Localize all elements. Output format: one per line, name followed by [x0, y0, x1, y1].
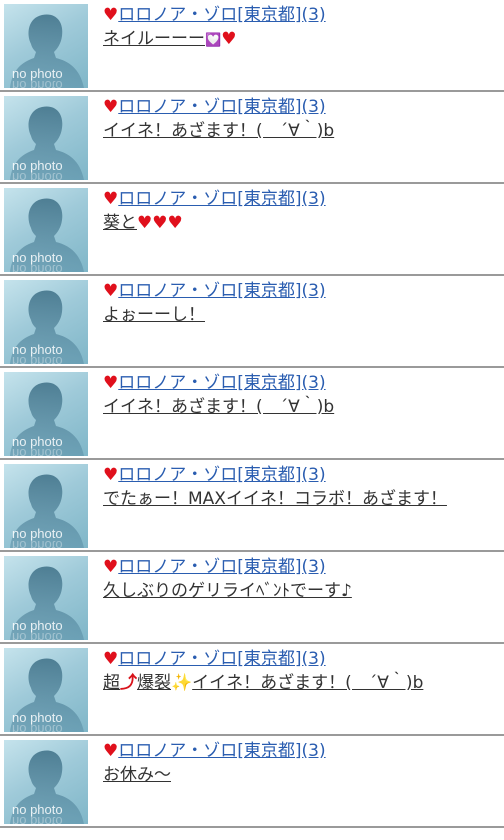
post-row: no photo no photo ♥ロロノア・ゾロ[東京都](3) イイネ！あざます… [0, 92, 504, 184]
avatar-label-reflection: no photo [12, 538, 63, 548]
post-list: no photo no photo ♥ロロノア・ゾロ[東京都](3) ネイルーーー💟♥… [0, 0, 504, 828]
avatar-label-reflection: no photo [12, 446, 63, 456]
avatar[interactable]: no photo no photo [4, 648, 88, 732]
heart-icon: ♥ [103, 741, 119, 761]
message-text: 久しぶりのゲリライﾍﾞﾝﾄでーす♪ [103, 581, 352, 601]
user-link[interactable]: ロロノア・ゾロ[東京都](3) [118, 741, 325, 761]
user-link[interactable]: ロロノア・ゾロ[東京都](3) [118, 97, 325, 117]
arrow-up-icon: ⤴ [120, 673, 137, 693]
message-text: 超 [103, 673, 120, 693]
heart-icon: ♥ [103, 5, 119, 25]
message-text: イイネ！あざます！( ´∀｀)b [192, 673, 424, 693]
post-row: no photo no photo ♥ロロノア・ゾロ[東京都](3) お休み〜 [0, 736, 504, 828]
avatar-label-reflection: no photo [12, 262, 63, 272]
post-row: no photo no photo ♥ロロノア・ゾロ[東京都](3) 久しぶりのゲリラ… [0, 552, 504, 644]
heart-icon: ♥ [152, 213, 168, 233]
message-text: よぉーーし！ [103, 305, 205, 325]
user-line: ♥ロロノア・ゾロ[東京都](3) [103, 280, 326, 302]
message-link[interactable]: イイネ！あざます！( ´∀｀)b [103, 395, 334, 419]
avatar[interactable]: no photo no photo [4, 556, 88, 640]
user-line: ♥ロロノア・ゾロ[東京都](3) [103, 648, 326, 670]
user-link[interactable]: ロロノア・ゾロ[東京都](3) [118, 189, 325, 209]
user-line: ♥ロロノア・ゾロ[東京都](3) [103, 4, 326, 26]
post-row: no photo no photo ♥ロロノア・ゾロ[東京都](3) イイネ！あざます… [0, 368, 504, 460]
user-line: ♥ロロノア・ゾロ[東京都](3) [103, 188, 326, 210]
user-line: ♥ロロノア・ゾロ[東京都](3) [103, 556, 326, 578]
message-text: イイネ！あざます！( ´∀｀)b [103, 121, 335, 141]
post-row: no photo no photo ♥ロロノア・ゾロ[東京都](3) よぉーーし！ [0, 276, 504, 368]
post-row: no photo no photo ♥ロロノア・ゾロ[東京都](3) 超⤴爆裂✨イイネ… [0, 644, 504, 736]
heart-icon: ♥ [103, 189, 119, 209]
sparkle-heart-icon: 💟 [205, 33, 222, 48]
message-text: ネイルーーー [103, 29, 205, 49]
user-line: ♥ロロノア・ゾロ[東京都](3) [103, 372, 326, 394]
avatar-label-reflection: no photo [12, 354, 63, 364]
user-link[interactable]: ロロノア・ゾロ[東京都](3) [118, 373, 325, 393]
message-link[interactable]: 葵と♥♥♥ [103, 211, 183, 235]
heart-icon: ♥ [103, 97, 119, 117]
post-row: no photo no photo ♥ロロノア・ゾロ[東京都](3) でたぁー！MAX… [0, 460, 504, 552]
user-line: ♥ロロノア・ゾロ[東京都](3) [103, 740, 326, 762]
user-link[interactable]: ロロノア・ゾロ[東京都](3) [118, 281, 325, 301]
avatar[interactable]: no photo no photo [4, 464, 88, 548]
message-link[interactable]: でたぁー！MAXイイネ！コラボ！あざます！ [103, 487, 447, 511]
message-link[interactable]: ネイルーーー💟♥ [103, 27, 236, 53]
message-link[interactable]: お休み〜 [103, 763, 171, 787]
message-link[interactable]: 超⤴爆裂✨イイネ！あざます！( ´∀｀)b [103, 671, 423, 695]
user-line: ♥ロロノア・ゾロ[東京都](3) [103, 464, 326, 486]
heart-icon: ♥ [137, 213, 153, 233]
user-link[interactable]: ロロノア・ゾロ[東京都](3) [118, 465, 325, 485]
user-line: ♥ロロノア・ゾロ[東京都](3) [103, 96, 326, 118]
message-link[interactable]: 久しぶりのゲリライﾍﾞﾝﾄでーす♪ [103, 579, 352, 603]
message-text: イイネ！あざます！( ´∀｀)b [103, 397, 335, 417]
heart-icon: ♥ [221, 29, 237, 49]
message-text: 爆裂 [137, 673, 171, 693]
avatar-label-reflection: no photo [12, 722, 63, 732]
avatar-label-reflection: no photo [12, 170, 63, 180]
avatar[interactable]: no photo no photo [4, 4, 88, 88]
avatar-label-reflection: no photo [12, 814, 63, 824]
user-link[interactable]: ロロノア・ゾロ[東京都](3) [118, 5, 325, 25]
avatar-label-reflection: no photo [12, 630, 63, 640]
avatar[interactable]: no photo no photo [4, 280, 88, 364]
heart-icon: ♥ [103, 557, 119, 577]
avatar[interactable]: no photo no photo [4, 372, 88, 456]
sparkle-icon: ✨ [171, 673, 193, 693]
avatar-label-reflection: no photo [12, 78, 63, 88]
message-link[interactable]: イイネ！あざます！( ´∀｀)b [103, 119, 334, 143]
post-row: no photo no photo ♥ロロノア・ゾロ[東京都](3) 葵と♥♥♥ [0, 184, 504, 276]
heart-icon: ♥ [103, 649, 119, 669]
heart-icon: ♥ [167, 213, 183, 233]
user-link[interactable]: ロロノア・ゾロ[東京都](3) [118, 557, 325, 577]
avatar[interactable]: no photo no photo [4, 188, 88, 272]
heart-icon: ♥ [103, 373, 119, 393]
user-link[interactable]: ロロノア・ゾロ[東京都](3) [118, 649, 325, 669]
message-text: お休み〜 [103, 765, 171, 785]
avatar[interactable]: no photo no photo [4, 740, 88, 824]
avatar[interactable]: no photo no photo [4, 96, 88, 180]
heart-icon: ♥ [103, 281, 119, 301]
post-row: no photo no photo ♥ロロノア・ゾロ[東京都](3) ネイルーーー💟♥ [0, 0, 504, 92]
message-text: 葵と [103, 213, 137, 233]
message-link[interactable]: よぉーーし！ [103, 303, 205, 327]
heart-icon: ♥ [103, 465, 119, 485]
message-text: でたぁー！MAXイイネ！コラボ！あざます！ [103, 489, 447, 509]
